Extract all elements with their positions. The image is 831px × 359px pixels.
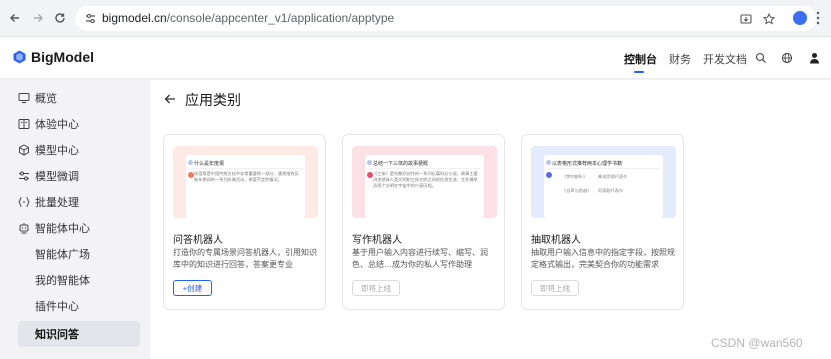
sidebar-item-label: 体验中心 [35, 119, 79, 131]
sidebar-item-overview[interactable]: 概览 [0, 85, 150, 111]
user-avatar-icon [367, 160, 372, 165]
preview-table-cell: 阿德勒代表作 [598, 188, 624, 193]
url-host: bigmodel.cn [102, 11, 167, 25]
coming-soon-button: 即将上线 [352, 280, 400, 296]
preview-question: 总结一下三体的故事梗概 [373, 161, 429, 167]
preview-answer: 年度报是中国传统文化中非常重要的一部分，通常指农历新年期间的一系列庆典活动，季度… [194, 171, 299, 182]
sidebar-item-plugins[interactable]: 插件中心 [0, 293, 150, 319]
preview-question: 以表格形式推荐两本心理学书籍 [552, 161, 623, 167]
nav-console[interactable]: 控制台 [624, 51, 657, 67]
language-globe-icon[interactable] [780, 51, 793, 64]
sidebar-item-label: 智能体广场 [35, 249, 90, 261]
card-title: 问答机器人 [173, 235, 223, 246]
sidebar-item-label: 智能体中心 [35, 223, 90, 235]
sidebar: 概览 体验中心 模型中心 模型微调 批量处理 智能体中心 智能体广场 我的智能体… [0, 80, 150, 359]
card-preview-image: 总结一下三体的故事梗概 《三体》是刘慈欣创作的一系列长篇科幻小说，故事主要讲述地… [352, 146, 497, 218]
sidebar-item-batch[interactable]: 批量处理 [0, 189, 150, 215]
install-app-icon[interactable] [738, 11, 753, 26]
card-description: 抽取用户输入信息中的指定字段，按照规定格式输出，完美契合你的功能需求 [531, 248, 675, 269]
url-path: /console/appcenter_v1/application/apptyp… [166, 11, 395, 25]
app-card-writing-robot[interactable]: 总结一下三体的故事梗概 《三体》是刘慈欣创作的一系列长篇科幻小说，故事主要讲述地… [342, 134, 505, 310]
search-icon[interactable] [754, 51, 767, 64]
coming-soon-button: 即将上线 [531, 280, 579, 296]
sidebar-item-label: 概览 [35, 93, 57, 105]
card-title: 抽取机器人 [531, 235, 581, 246]
sidebar-item-label: 模型微调 [35, 171, 79, 183]
back-icon[interactable] [6, 9, 24, 27]
page-title: 应用类别 [185, 92, 241, 108]
monitor-icon [18, 92, 30, 104]
sidebar-item-label: 插件中心 [35, 301, 79, 313]
app-card-extraction-robot[interactable]: 以表格形式推荐两本心理学书籍 《梦的解析》 弗洛伊德代表作 《自卑与超越》 阿德… [521, 134, 684, 310]
reload-icon[interactable] [51, 9, 69, 27]
app-header: BigModel 控制台 财务 开发文档 [0, 37, 831, 79]
card-title: 写作机器人 [352, 235, 402, 246]
sidebar-item-knowledge-qa[interactable]: 知识问答 [18, 321, 140, 347]
robot-icon [18, 222, 30, 234]
nav-active-indicator [634, 71, 644, 73]
logo[interactable]: BigModel [13, 49, 94, 65]
bot-avatar-icon [546, 172, 552, 178]
preview-answer: 《三体》是刘慈欣创作的一系列长篇科幻小说，故事主要讲述地球人类文明和三体文明之间… [373, 171, 478, 188]
sidebar-item-agents[interactable]: 智能体中心 [0, 215, 150, 241]
sidebar-item-experience[interactable]: 体验中心 [0, 111, 150, 137]
browser-menu-icon[interactable] [815, 11, 821, 25]
sidebar-item-my-agents[interactable]: 我的智能体 [0, 267, 150, 293]
tune-icon [18, 170, 30, 182]
user-avatar-icon [546, 160, 551, 165]
address-bar[interactable]: bigmodel.cn/console/appcenter_v1/applica… [75, 6, 816, 31]
back-arrow-icon[interactable] [163, 92, 177, 106]
sidebar-item-label: 模型中心 [35, 145, 79, 157]
preview-question: 什么是年度报 [194, 161, 225, 167]
divider [369, 168, 480, 169]
user-icon[interactable] [808, 51, 821, 64]
url-text: bigmodel.cn/console/appcenter_v1/applica… [102, 11, 394, 25]
sidebar-item-agent-square[interactable]: 智能体广场 [0, 241, 150, 267]
preview-table-cell: 《梦的解析》 [562, 174, 588, 179]
book-icon [18, 118, 30, 130]
create-button[interactable]: +创建 [173, 280, 212, 296]
logo-text: BigModel [31, 49, 94, 65]
user-avatar-icon [188, 160, 193, 165]
sidebar-item-label: 知识问答 [35, 329, 79, 341]
divider [548, 168, 659, 169]
site-settings-icon[interactable] [84, 12, 97, 25]
card-description: 打造你的专属场景问答机器人，引用知识库中的知识进行回答，答案更专业 [173, 248, 317, 269]
sidebar-item-label: 我的智能体 [35, 275, 90, 287]
cube-icon [18, 144, 30, 156]
profile-avatar-icon[interactable] [793, 11, 807, 25]
watermark: CSDN @wan560 [711, 336, 803, 350]
card-preview-image: 什么是年度报 年度报是中国传统文化中非常重要的一部分，通常指农历新年期间的一系列… [173, 146, 318, 218]
preview-table-cell: 《自卑与超越》 [562, 188, 592, 193]
sidebar-item-finetune[interactable]: 模型微调 [0, 163, 150, 189]
sidebar-item-models[interactable]: 模型中心 [0, 137, 150, 163]
divider [190, 168, 301, 169]
sidebar-item-label: 批量处理 [35, 197, 79, 209]
card-preview-image: 以表格形式推荐两本心理学书籍 《梦的解析》 弗洛伊德代表作 《自卑与超越》 阿德… [531, 146, 676, 218]
nav-finance[interactable]: 财务 [669, 51, 691, 67]
forward-icon[interactable] [29, 9, 47, 27]
preview-table-cell: 弗洛伊德代表作 [598, 174, 628, 179]
card-description: 基于用户输入内容进行续写、缩写、润色、总结…成为你的私人写作助理 [352, 248, 488, 269]
brackets-icon [18, 196, 30, 208]
bookmark-star-icon[interactable] [761, 11, 776, 26]
browser-toolbar: bigmodel.cn/console/appcenter_v1/applica… [0, 0, 831, 37]
nav-dev-docs[interactable]: 开发文档 [703, 51, 747, 67]
bigmodel-logo-icon [13, 50, 26, 64]
main-content: 应用类别 什么是年度报 年度报是中国传统文化中非常重要的一部分，通常指农历新年期… [150, 80, 831, 359]
app-card-qa-robot[interactable]: 什么是年度报 年度报是中国传统文化中非常重要的一部分，通常指农历新年期间的一系列… [163, 134, 326, 310]
